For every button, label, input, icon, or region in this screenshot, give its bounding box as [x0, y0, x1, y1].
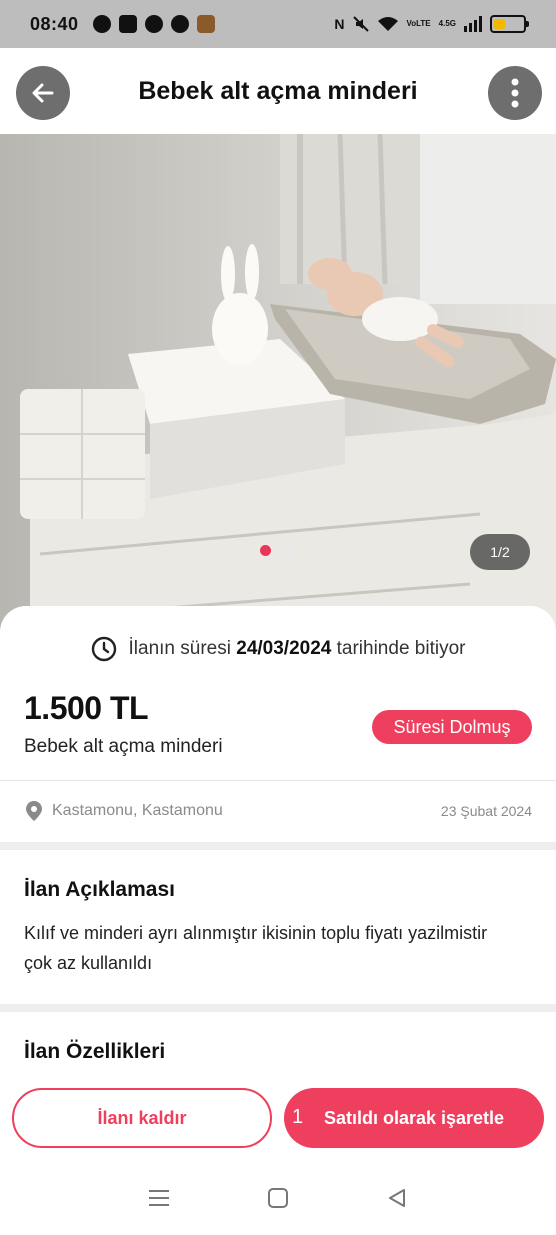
listing-price: 1.500 TL	[24, 690, 149, 726]
listing-name: Bebek alt açma minderi	[24, 736, 223, 757]
home-button[interactable]	[263, 1183, 293, 1213]
divider	[0, 780, 556, 781]
nav-back-button[interactable]	[382, 1183, 412, 1213]
page-title: Bebek alt açma minderi	[138, 76, 418, 105]
gallery-dot-2[interactable]	[283, 545, 294, 556]
expiry-suffix: tarihinde bitiyor	[336, 638, 466, 659]
bookmark-app-icon	[196, 15, 215, 33]
remove-listing-button[interactable]: İlanı kaldır	[12, 1088, 272, 1148]
more-vertical-icon	[511, 78, 519, 108]
signal-icon	[464, 16, 482, 32]
pinterest-icon	[170, 15, 189, 33]
more-options-button[interactable]	[488, 66, 542, 120]
location-text: Kastamonu, Kastamonu	[52, 802, 223, 819]
expiry-notice: İlanın süresi 24/03/2024 tarihinde bitiy…	[0, 636, 556, 662]
status-time: 08:40	[30, 13, 79, 34]
expiry-prefix: İlanın süresi	[128, 638, 231, 659]
recent-apps-button[interactable]	[144, 1183, 174, 1213]
mark-sold-badge: 1	[292, 1106, 304, 1128]
mark-sold-button[interactable]: 1 Satıldı olarak işaretle	[284, 1088, 544, 1148]
battery-icon	[490, 15, 529, 33]
status-app-icons	[92, 15, 215, 33]
status-bar: 08:40 N VoLTE 4.5G	[0, 0, 556, 48]
listing-photo-gallery[interactable]: 1/2	[0, 134, 556, 634]
notification-icon	[144, 15, 163, 33]
app-header: Bebek alt açma minderi	[0, 48, 556, 134]
section-divider	[0, 1004, 556, 1012]
square-icon	[267, 1187, 288, 1208]
location-pin-icon	[26, 801, 42, 821]
network-label: 4.5G	[438, 19, 456, 28]
description-title: İlan Açıklaması	[24, 878, 175, 901]
features-title: İlan Özellikleri	[24, 1040, 166, 1063]
gallery-counter: 1/2	[470, 534, 530, 570]
mark-sold-label: Satıldı olarak işaretle	[323, 1107, 505, 1128]
section-divider	[0, 842, 556, 850]
facebook-icon	[92, 15, 111, 33]
location-row: Kastamonu, Kastamonu 23 Şubat 2024	[24, 800, 532, 822]
expiry-date: 24/03/2024	[236, 638, 332, 659]
triangle-back-icon	[388, 1188, 405, 1207]
description-text: Kılıf ve minderi ayrı alınmıştır ikisini…	[24, 923, 488, 973]
menu-lines-icon	[149, 1189, 170, 1206]
volte-label: VoLTE	[406, 19, 431, 28]
clock-icon	[91, 636, 116, 662]
app-icon	[118, 15, 137, 33]
wifi-icon	[377, 17, 398, 31]
back-button[interactable]	[16, 66, 70, 120]
arrow-left-icon	[32, 83, 54, 103]
listing-date: 23 Şubat 2024	[440, 803, 532, 819]
mute-icon	[352, 16, 369, 32]
gallery-dot-1[interactable]	[260, 545, 271, 556]
gallery-dots[interactable]	[260, 545, 294, 556]
nfc-icon: N	[334, 16, 345, 32]
status-indicators: N VoLTE 4.5G	[334, 15, 529, 33]
expiry-text: İlanın süresi 24/03/2024 tarihinde bitiy…	[129, 638, 466, 660]
system-nav-bar	[0, 1160, 556, 1235]
status-badge: Süresi Dolmuş	[372, 710, 532, 744]
